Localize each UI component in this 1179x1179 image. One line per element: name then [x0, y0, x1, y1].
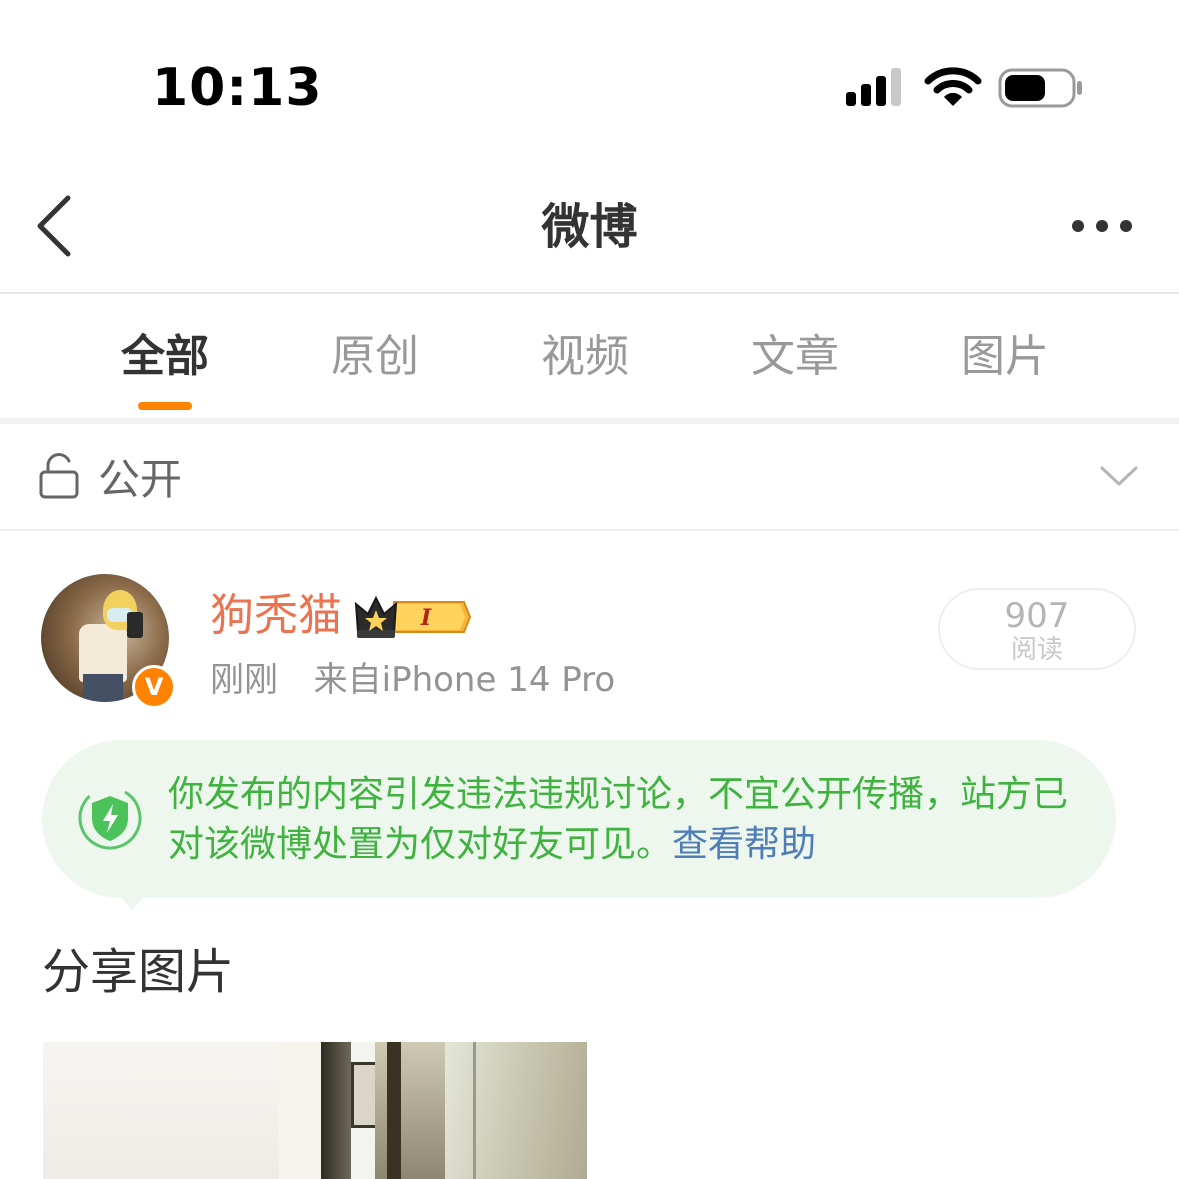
post-meta: 刚刚 来自iPhone 14 Pro	[210, 655, 615, 705]
notice-tail	[120, 896, 144, 910]
tab-original[interactable]: 原创	[285, 325, 465, 389]
tab-video[interactable]: 视频	[495, 325, 675, 389]
read-count: 907	[1004, 596, 1070, 636]
unlock-icon[interactable]	[38, 452, 82, 500]
verified-badge: V	[132, 665, 176, 709]
nav-divider	[0, 292, 1179, 294]
post-time: 刚刚	[210, 660, 278, 700]
visibility-divider	[0, 529, 1179, 531]
post-text: 分享图片	[42, 944, 235, 1000]
svg-text:I: I	[420, 605, 432, 631]
tab-all[interactable]: 全部	[75, 325, 255, 389]
tab-images[interactable]: 图片	[915, 325, 1095, 389]
tab-article[interactable]: 文章	[705, 325, 885, 389]
status-time: 10:13	[152, 58, 323, 118]
visibility-label[interactable]: 公开	[98, 452, 182, 508]
active-tab-indicator	[138, 402, 192, 410]
cellular-signal-icon	[846, 68, 901, 106]
post-image[interactable]	[43, 1042, 587, 1179]
chevron-down-icon[interactable]	[1098, 458, 1140, 494]
read-count-pill: 907 阅读	[938, 588, 1136, 670]
shield-lightning-icon	[78, 786, 142, 850]
page-title: 微博	[541, 199, 638, 255]
tabs-divider	[0, 418, 1179, 424]
username[interactable]: 狗秃猫	[210, 588, 342, 644]
membership-crown-icon[interactable]: I	[354, 592, 472, 642]
wifi-icon	[924, 67, 982, 106]
notice-message: 你发布的内容引发违法违规讨论，不宜公开传播，站方已对该微博处置为仅对好友可见。	[168, 774, 1069, 865]
notice-text: 你发布的内容引发违法违规讨论，不宜公开传播，站方已对该微博处置为仅对好友可见。查…	[168, 770, 1088, 870]
battery-icon	[998, 68, 1082, 108]
read-label: 阅读	[1010, 635, 1063, 665]
help-link[interactable]: 查看帮助	[672, 824, 816, 865]
more-dots-icon[interactable]	[1066, 212, 1142, 240]
post-source: 来自iPhone 14 Pro	[313, 660, 616, 700]
